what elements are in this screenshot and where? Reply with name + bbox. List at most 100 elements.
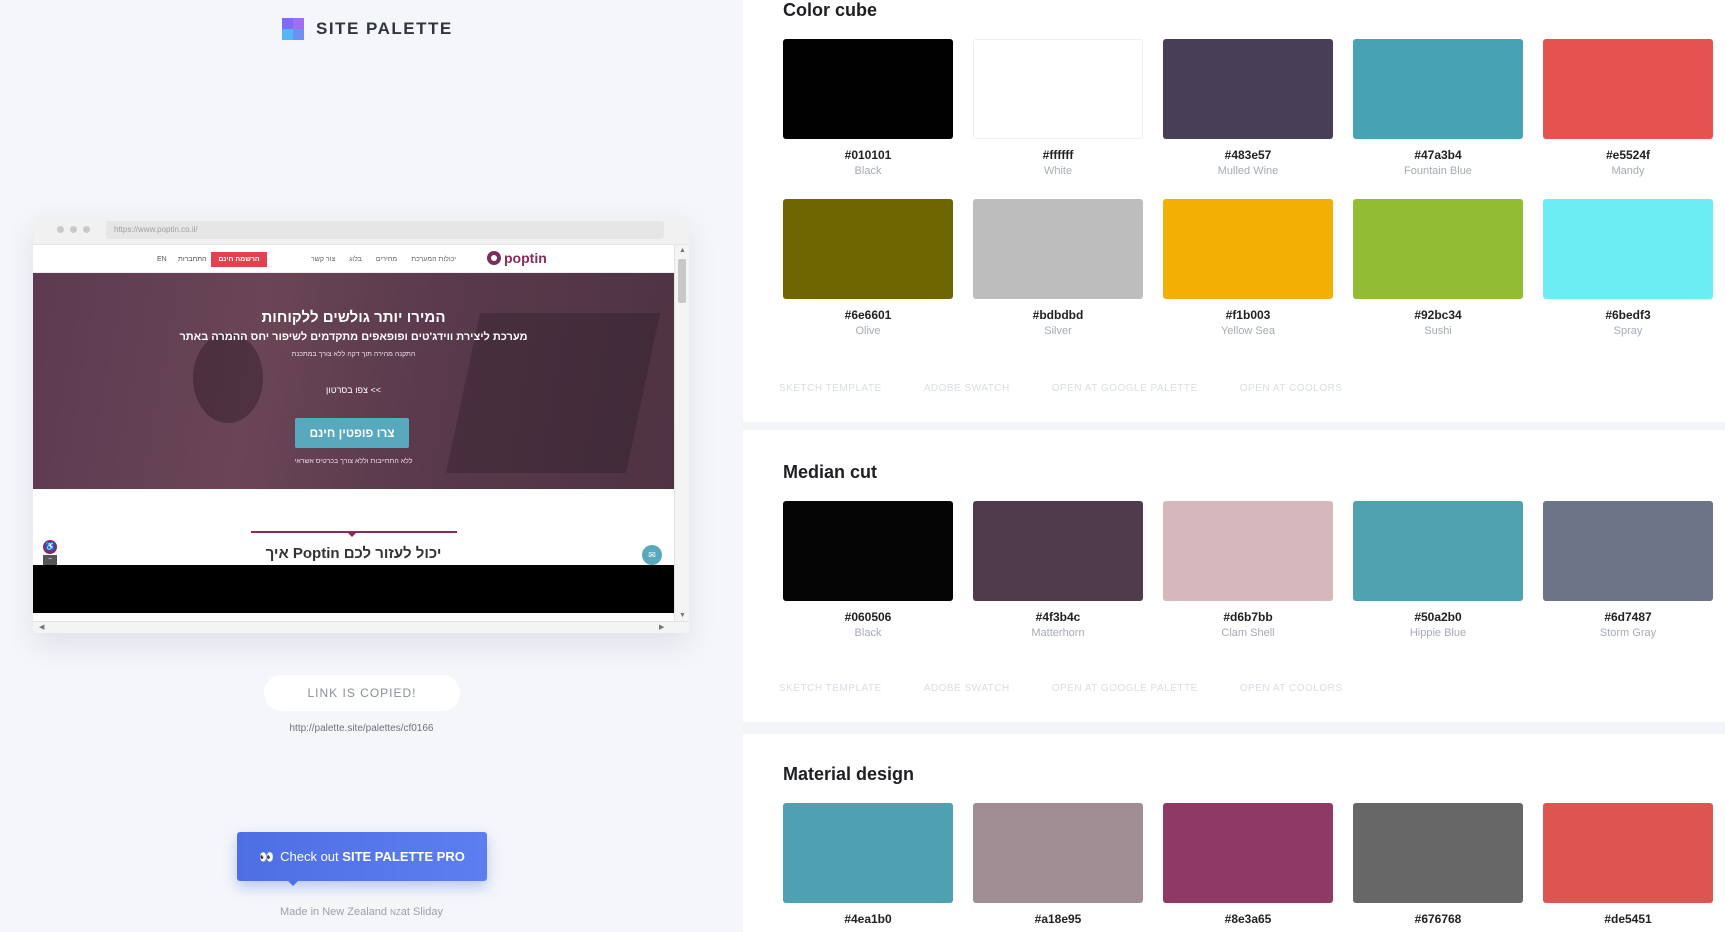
site-login: התחברות [178, 256, 207, 263]
section-title: Color cube [783, 0, 878, 20]
section-title: Median cut [783, 462, 878, 482]
color-swatch[interactable]: #8e3a65 [1163, 803, 1333, 926]
swatch-box[interactable] [973, 199, 1143, 299]
swatch-box[interactable] [1353, 39, 1523, 139]
preview-black-band [33, 565, 674, 613]
swatch-hex: #47a3b4 [1414, 148, 1462, 162]
sketch-template-link[interactable]: SKETCH TEMPLATE [779, 683, 882, 694]
site-menu: צור קשר בלוג מחירים יכולות המערכת [311, 256, 456, 263]
color-swatch[interactable]: #a18e95 [973, 803, 1143, 926]
swatch-hex: #d6b7bb [1223, 610, 1273, 624]
swatch-hex: #f1b003 [1225, 308, 1271, 322]
swatch-box[interactable] [973, 501, 1143, 601]
brand-name: SITE PALETTE [316, 19, 453, 38]
swatch-hex: #010101 [844, 148, 892, 162]
swatch-box[interactable] [973, 803, 1143, 903]
swatch-box[interactable] [973, 39, 1143, 139]
color-swatch[interactable]: #de5451 [1543, 803, 1713, 926]
hero-title: המירו יותר גולשים ללקוחות [261, 309, 446, 326]
swatch-hex: #6e6601 [844, 308, 892, 322]
footer-at-link[interactable]: at Sliday [401, 906, 443, 918]
preview-viewport: EN התחברות הרשמה חינם צור קשר בלוג מחירי… [33, 245, 674, 621]
color-swatch[interactable]: #47a3b4 Fountain Blue [1353, 39, 1523, 177]
swatch-box[interactable] [783, 199, 953, 299]
swatch-box[interactable] [1543, 39, 1713, 139]
site-brand-name: poptin [504, 250, 547, 266]
window-dot [70, 226, 77, 233]
swatch-box[interactable] [1543, 803, 1713, 903]
swatch-name: Black [854, 627, 882, 639]
swatch-hex: #6d7487 [1604, 610, 1652, 624]
swatch-box[interactable] [1543, 199, 1713, 299]
swatch-hex: #676768 [1414, 912, 1462, 926]
site-palette-pro-button[interactable]: 👀 Check out SITE PALETTE PRO [237, 832, 487, 886]
swatch-box[interactable] [1163, 199, 1333, 299]
color-swatch[interactable]: #4f3b4c Matterhorn [973, 501, 1143, 639]
link-copied-button[interactable]: LINK IS COPIED! [264, 675, 460, 711]
color-swatch[interactable]: #50a2b0 Hippie Blue [1353, 501, 1523, 639]
browser-bar: https://www.poptin.co.il/ [33, 215, 689, 245]
google-palette-link[interactable]: OPEN AT GOOGLE PALETTE [1052, 683, 1198, 694]
coolors-link[interactable]: OPEN AT COOLORS [1240, 683, 1343, 694]
color-swatch[interactable]: #676768 [1353, 803, 1523, 926]
color-swatch[interactable]: #bdbdbd Silver [973, 199, 1143, 337]
color-swatch[interactable]: #ffffff White [973, 39, 1143, 177]
eyes-icon: 👀 [259, 850, 275, 864]
coolors-link[interactable]: OPEN AT COOLORS [1240, 383, 1343, 394]
swatch-box[interactable] [1353, 199, 1523, 299]
color-swatch[interactable]: #4ea1b0 [783, 803, 953, 926]
swatch-hex: #50a2b0 [1414, 610, 1462, 624]
color-swatch[interactable]: #060506 Black [783, 501, 953, 639]
swatch-box[interactable] [783, 501, 953, 601]
google-palette-link[interactable]: OPEN AT GOOGLE PALETTE [1052, 383, 1198, 394]
palettes-panel: Color cube #010101 Black #ffffff White #48… [741, 0, 1725, 932]
color-swatch[interactable]: #6e6601 Olive [783, 199, 953, 337]
color-swatch[interactable]: #f1b003 Yellow Sea [1163, 199, 1333, 337]
adobe-swatch-link[interactable]: ADOBE SWATCH [924, 683, 1010, 694]
swatch-hex: #ffffff [1042, 148, 1074, 162]
color-swatch[interactable]: #010101 Black [783, 39, 953, 177]
swatch-box[interactable] [1353, 501, 1523, 601]
swatch-name: Fountain Blue [1404, 165, 1472, 177]
color-swatch[interactable]: #6bedf3 Spray [1543, 199, 1713, 337]
site-hero: המירו יותר גולשים ללקוחות מערכת ליצירת ו… [33, 273, 674, 489]
swatch-hex: #92bc34 [1414, 308, 1462, 322]
color-swatch[interactable]: #d6b7bb Clam Shell [1163, 501, 1333, 639]
swatch-hex: #483e57 [1224, 148, 1272, 162]
palette-card-color-cube: Color cube #010101 Black #ffffff White #48… [743, 0, 1725, 422]
site-palette-logo[interactable]: SITE PALETTE [282, 18, 453, 40]
swatch-name: Clam Shell [1221, 627, 1275, 639]
swatch-name: Matterhorn [1031, 627, 1085, 639]
color-swatch[interactable]: #6d7487 Storm Gray [1543, 501, 1713, 639]
swatch-box[interactable] [1163, 39, 1333, 139]
site-menu-item: צור קשר [311, 256, 336, 263]
scroll-left-icon: ◀ [39, 624, 45, 631]
sketch-template-link[interactable]: SKETCH TEMPLATE [779, 383, 882, 394]
chat-icon: ✉ [642, 545, 662, 565]
swatch-box[interactable] [1163, 501, 1333, 601]
adobe-swatch-link[interactable]: ADOBE SWATCH [924, 383, 1010, 394]
color-swatch[interactable]: #e5524f Mandy [1543, 39, 1713, 177]
swatch-box[interactable] [1543, 501, 1713, 601]
swatch-name: Hippie Blue [1409, 627, 1467, 639]
palette-url[interactable]: http://palette.site/palettes/cf0166 [0, 723, 723, 734]
swatch-name: Sushi [1424, 325, 1452, 337]
swatch-hex: #4ea1b0 [844, 912, 892, 926]
swatch-box[interactable] [783, 39, 953, 139]
hero-video-link: צפו בסרטון << [326, 385, 381, 395]
swatch-box[interactable] [1353, 803, 1523, 903]
swatch-box[interactable] [783, 803, 953, 903]
website-screenshot-preview: https://www.poptin.co.il/ EN התחברות הרש… [33, 215, 689, 633]
swatch-hex: #6bedf3 [1605, 308, 1651, 322]
swatch-name: Olive [855, 325, 881, 337]
swatch-box[interactable] [1163, 803, 1333, 903]
swatch-name: Black [854, 165, 882, 177]
color-swatch[interactable]: #483e57 Mulled Wine [1163, 39, 1333, 177]
palette-logo-icon [282, 18, 304, 40]
left-panel: SITE PALETTE https://www.poptin.co.il/ E… [0, 0, 741, 932]
color-swatch[interactable]: #92bc34 Sushi [1353, 199, 1523, 337]
swatch-hex: #bdbdbd [1032, 308, 1084, 322]
site-lang: EN [157, 256, 167, 263]
swatch-hex: #e5524f [1605, 148, 1651, 162]
swatch-name: Mandy [1611, 165, 1645, 177]
